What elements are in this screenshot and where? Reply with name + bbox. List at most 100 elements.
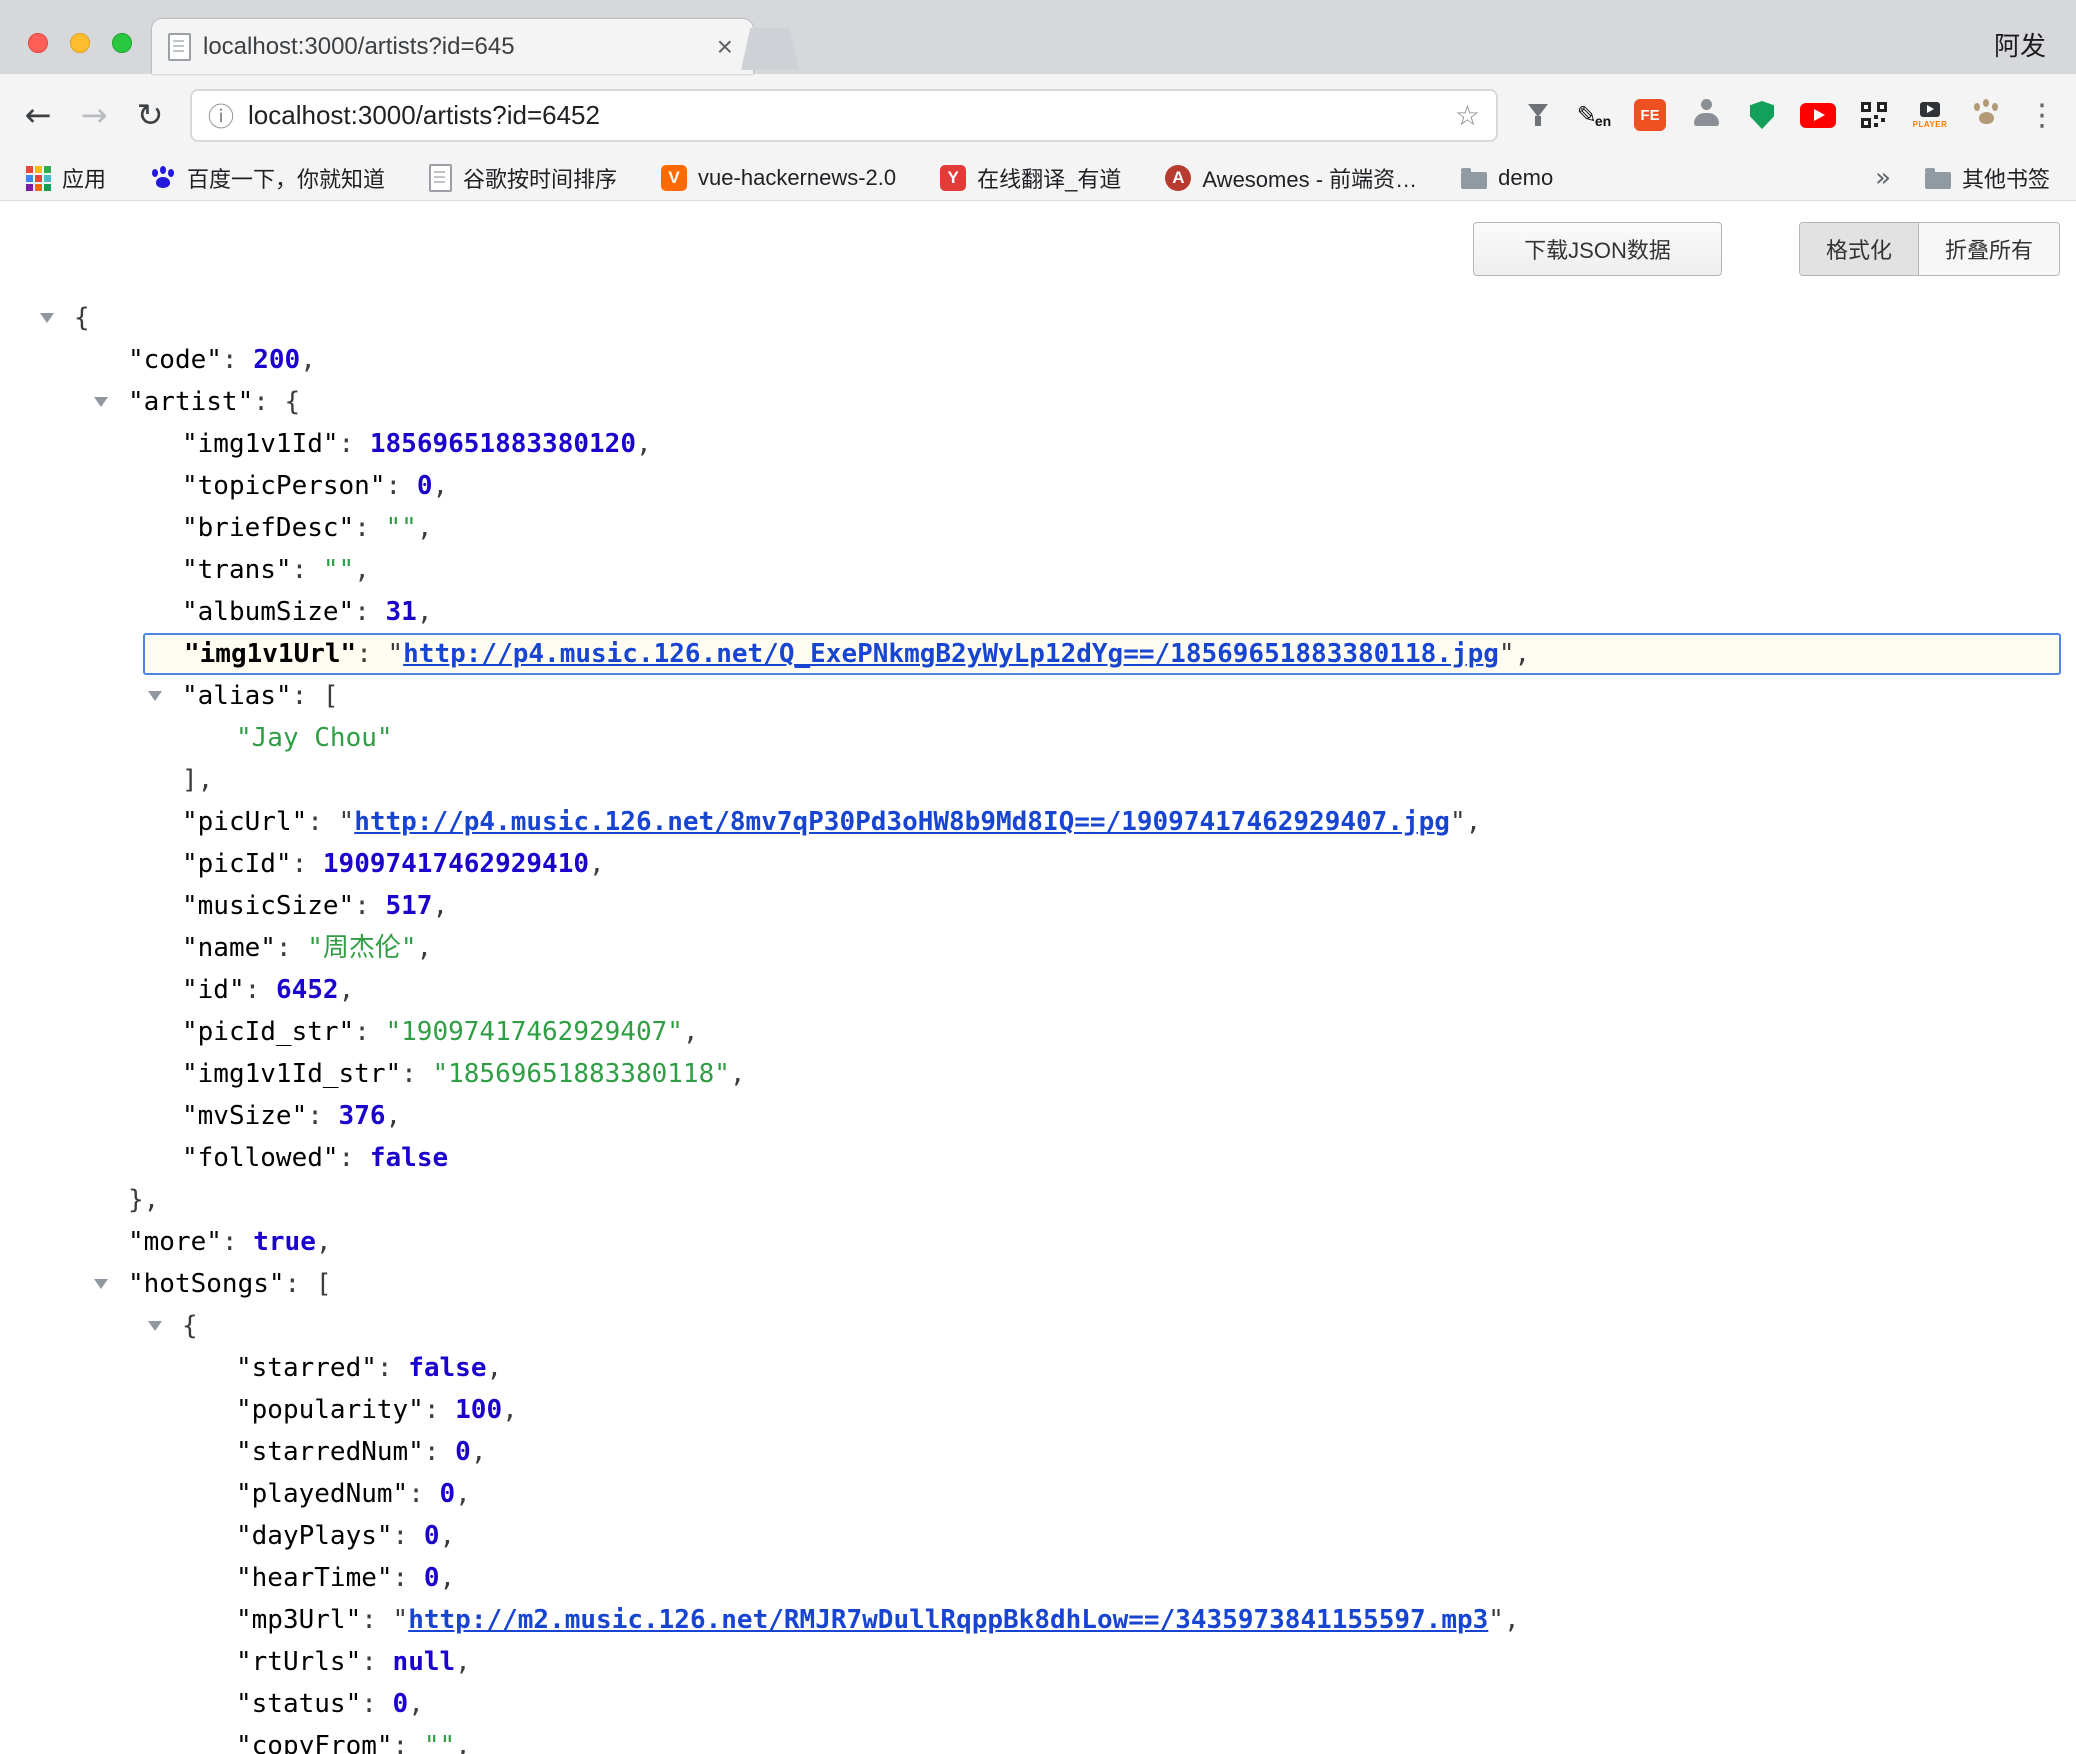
json-token-p: ], [182, 765, 213, 795]
youtube-extension-icon[interactable] [1790, 87, 1846, 143]
json-line: "topicPerson": 0, [0, 465, 2076, 507]
omnibox[interactable]: ⓘ localhost:3000/artists?id=6452 ☆ [190, 89, 1498, 142]
json-token-p: , [316, 1227, 332, 1257]
json-token-n: 31 [386, 597, 417, 627]
json-token-p: : [393, 1731, 424, 1754]
json-line: "img1v1Url": "http://p4.music.126.net/Q_… [143, 633, 2061, 675]
bookmark-item[interactable]: demo [1461, 165, 1553, 191]
qrcode-extension-icon[interactable] [1846, 87, 1902, 143]
json-link[interactable]: http://p4.music.126.net/8mv7qP30Pd3oHW8b… [354, 807, 1450, 837]
url-text[interactable]: localhost:3000/artists?id=6452 [248, 100, 1455, 131]
format-button[interactable]: 格式化 [1800, 223, 1918, 275]
bookmarks-bar: 应用 百度一下，你就知道 谷歌按时间排序 Vvue-hackernews-2.0 Y在线… [0, 156, 2076, 201]
json-token-k: "picId_str" [182, 1017, 354, 1047]
collapse-toggle-icon[interactable] [94, 397, 108, 407]
collapse-toggle-icon[interactable] [94, 1279, 108, 1289]
bookmark-item[interactable]: 百度一下，你就知道 [150, 162, 385, 194]
json-token-p: , [455, 1731, 471, 1754]
reload-icon[interactable]: ↻ [122, 96, 178, 134]
json-token-n: 376 [339, 1101, 386, 1131]
window-zoom-icon[interactable] [112, 33, 132, 53]
json-token-k: "popularity" [236, 1395, 424, 1425]
collapse-all-button[interactable]: 折叠所有 [1918, 223, 2059, 275]
bookmark-item[interactable]: Vvue-hackernews-2.0 [661, 165, 896, 191]
back-icon[interactable]: ← [10, 96, 66, 134]
bookmarks-overflow-icon[interactable]: » [1875, 163, 1891, 193]
tab-title: localhost:3000/artists?id=645 [203, 33, 713, 61]
bookmark-label: Awesomes - 前端资… [1202, 162, 1417, 194]
bookmark-star-icon[interactable]: ☆ [1455, 99, 1480, 132]
json-token-p: : { [253, 387, 300, 417]
json-token-p: { [182, 1311, 198, 1341]
json-token-p: , [471, 1437, 487, 1467]
json-token-p: , [502, 1395, 518, 1425]
json-token-p: : [292, 555, 323, 585]
bookmark-item[interactable]: 应用 [26, 162, 106, 194]
player-extension-icon[interactable]: PLAYER [1902, 87, 1958, 143]
json-token-n: null [393, 1647, 456, 1677]
collapse-toggle-icon[interactable] [40, 313, 54, 323]
json-line: "Jay Chou" [0, 717, 2076, 759]
json-token-p: , [636, 429, 652, 459]
download-json-button[interactable]: 下载JSON数据 [1473, 222, 1722, 276]
browser-tab[interactable]: localhost:3000/artists?id=645 × [152, 19, 753, 74]
bookmark-item[interactable]: 谷歌按时间排序 [429, 162, 617, 194]
tab-close-icon[interactable]: × [713, 33, 737, 61]
json-token-k: "trans" [182, 555, 292, 585]
json-token-p: : " [307, 807, 354, 837]
profile-name[interactable]: 阿发 [1994, 26, 2046, 63]
json-token-p: : [361, 1689, 392, 1719]
json-token-p: }, [128, 1185, 159, 1215]
json-token-k: "dayPlays" [236, 1521, 393, 1551]
json-token-p: , [417, 933, 433, 963]
folder-icon [1925, 172, 1951, 189]
json-token-s: "Jay Chou" [236, 723, 393, 753]
json-token-k: "musicSize" [182, 891, 354, 921]
fe-extension-icon[interactable]: FE [1634, 99, 1666, 131]
person-extension-icon[interactable] [1678, 87, 1734, 143]
json-token-k: "status" [236, 1689, 361, 1719]
bookmark-item[interactable]: Y在线翻译_有道 [940, 162, 1121, 194]
forward-icon[interactable]: → [66, 96, 122, 134]
json-token-p: , [417, 597, 433, 627]
y-favicon-icon: Y [940, 165, 966, 191]
json-token-k: "hearTime" [236, 1563, 393, 1593]
json-token-p: : [424, 1395, 455, 1425]
json-token-p: , [730, 1059, 746, 1089]
menu-extension-icon[interactable]: ⋮ [2014, 87, 2070, 143]
window-close-icon[interactable] [28, 33, 48, 53]
json-link[interactable]: http://p4.music.126.net/Q_ExePNkmgB2yWyL… [403, 639, 1499, 669]
json-token-s: "19097417462929407" [386, 1017, 683, 1047]
other-bookmarks-folder[interactable]: 其他书签 [1925, 162, 2050, 194]
json-token-p: , [386, 1101, 402, 1131]
window-minimize-icon[interactable] [70, 33, 90, 53]
json-line: { [0, 1305, 2076, 1347]
shield-extension-icon[interactable] [1734, 87, 1790, 143]
json-line: "status": 0, [0, 1683, 2076, 1725]
json-token-p: , [440, 1563, 456, 1593]
json-line: "picId": 19097417462929410, [0, 843, 2076, 885]
json-line: { [0, 297, 2076, 339]
json-token-n: false [408, 1353, 486, 1383]
collapse-toggle-icon[interactable] [148, 691, 162, 701]
youdao-pen-extension-icon[interactable]: ✎en [1566, 87, 1622, 143]
json-link[interactable]: http://m2.music.126.net/RMJR7wDullRqppBk… [408, 1605, 1488, 1635]
new-tab-button[interactable] [741, 28, 799, 70]
json-token-n: 200 [253, 345, 300, 375]
paw-extension-icon[interactable] [1958, 87, 2014, 143]
json-token-p: : " [361, 1605, 408, 1635]
json-token-k: "briefDesc" [182, 513, 354, 543]
json-token-p: : [339, 1143, 370, 1173]
json-token-p: : " [356, 639, 403, 669]
json-token-p: , [432, 471, 448, 501]
filter-extension-icon[interactable] [1510, 87, 1566, 143]
v-favicon-icon: V [661, 165, 687, 191]
page-favicon-icon [168, 33, 191, 61]
json-token-k: "img1v1Url" [184, 639, 356, 669]
bookmark-item[interactable]: AAwesomes - 前端资… [1165, 162, 1417, 194]
json-line: "artist": { [0, 381, 2076, 423]
json-token-p: , [455, 1647, 471, 1677]
site-info-icon[interactable]: ⓘ [208, 97, 234, 134]
collapse-toggle-icon[interactable] [148, 1321, 162, 1331]
json-line: "trans": "", [0, 549, 2076, 591]
